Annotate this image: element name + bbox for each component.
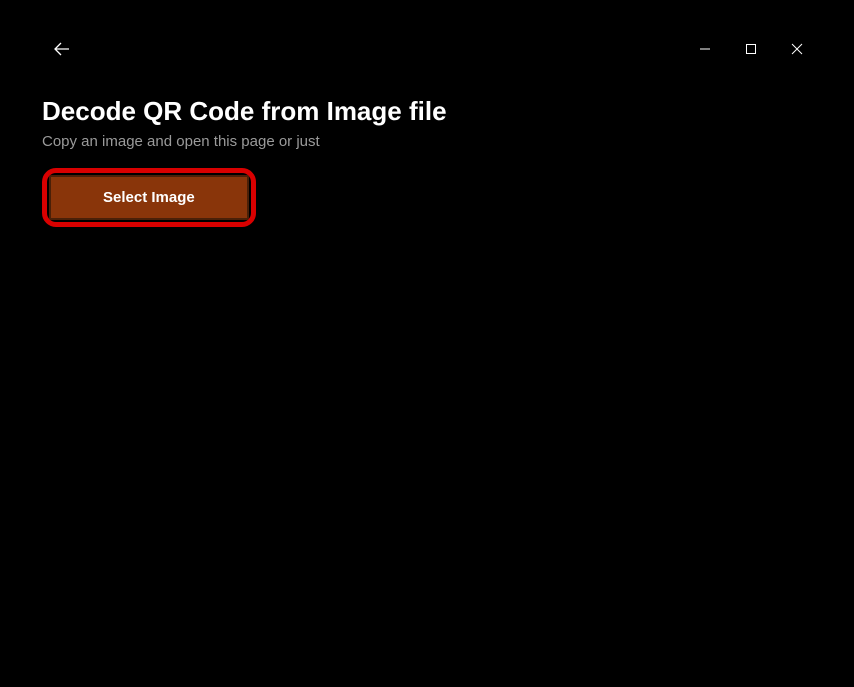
- select-image-button[interactable]: Select Image: [49, 175, 249, 220]
- back-button[interactable]: [40, 30, 84, 68]
- minimize-button[interactable]: [682, 33, 728, 65]
- maximize-icon: [745, 43, 757, 55]
- window-controls: [682, 33, 820, 65]
- page-subtitle: Copy an image and open this page or just: [42, 133, 812, 150]
- titlebar: [30, 30, 824, 68]
- highlight-annotation: Select Image: [42, 168, 256, 227]
- content-area: Decode QR Code from Image file Copy an i…: [30, 68, 824, 239]
- close-icon: [791, 43, 803, 55]
- close-button[interactable]: [774, 33, 820, 65]
- app-window: Decode QR Code from Image file Copy an i…: [30, 30, 824, 660]
- minimize-icon: [699, 43, 711, 55]
- maximize-button[interactable]: [728, 33, 774, 65]
- back-arrow-icon: [54, 41, 70, 57]
- page-title: Decode QR Code from Image file: [42, 96, 812, 127]
